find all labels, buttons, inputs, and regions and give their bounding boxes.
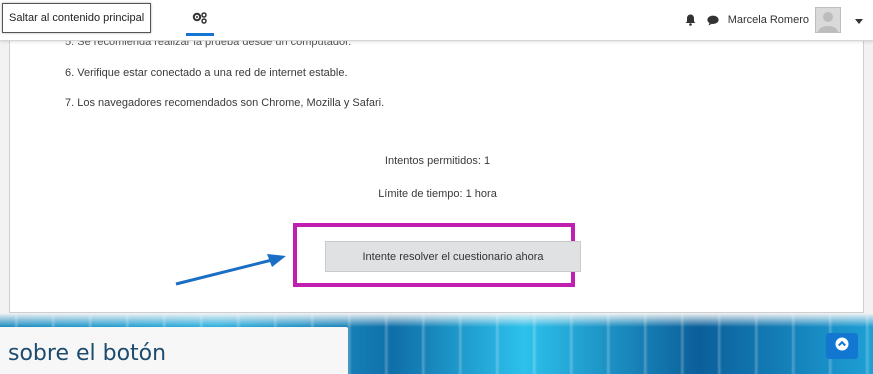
user-name[interactable]: Marcela Romero [728, 14, 809, 26]
nav-settings-button[interactable] [186, 8, 214, 36]
caption-text: sobre el botón [8, 341, 167, 366]
video-strip-fade [0, 313, 873, 327]
user-area: Marcela Romero [676, 0, 863, 40]
arrow-icon [175, 254, 286, 286]
caret-down-icon[interactable] [855, 11, 863, 29]
avatar[interactable] [815, 7, 841, 33]
video-caption: sobre el botón [0, 327, 348, 374]
bell-icon[interactable] [684, 13, 698, 27]
cogs-icon [192, 11, 208, 30]
comment-icon[interactable] [706, 13, 720, 27]
skip-to-content-link[interactable]: Saltar al contenido principal [2, 3, 152, 33]
scroll-to-top-button[interactable] [826, 333, 858, 359]
quiz-info-card: 5. Se recomienda realizar la prueba desd… [9, 30, 864, 313]
chevron-up-icon [835, 337, 849, 356]
